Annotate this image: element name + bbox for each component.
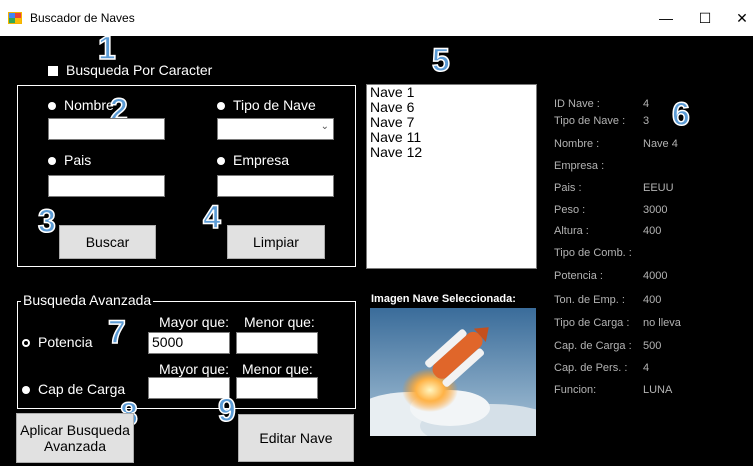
detail-label: Altura : xyxy=(554,225,589,237)
list-item[interactable]: Nave 1 xyxy=(367,85,536,100)
detail-label: ID Nave : xyxy=(554,98,600,110)
radio-tipo-label: Tipo de Nave xyxy=(233,97,316,113)
detail-value: 400 xyxy=(643,225,662,237)
potencia-mayor-input[interactable]: 5000 xyxy=(148,332,230,354)
radio-potencia[interactable]: Potencia xyxy=(22,334,92,350)
radio-pais[interactable]: Pais xyxy=(48,152,91,168)
main-form: 1 Busqueda Por Caracter Nombre 2 Tipo de… xyxy=(0,31,753,466)
minimize-button[interactable]: — xyxy=(650,8,682,28)
radio-cap-carga-label: Cap de Carga xyxy=(38,381,126,397)
buscar-button[interactable]: Buscar xyxy=(59,225,156,259)
radio-nombre-label: Nombre xyxy=(64,97,114,113)
annotation-4: 4 xyxy=(202,199,221,235)
editar-nave-button[interactable]: Editar Nave xyxy=(238,414,354,462)
radio-nombre[interactable]: Nombre xyxy=(48,97,114,113)
potencia-menor-input[interactable] xyxy=(236,332,318,354)
detail-label: Tipo de Carga : xyxy=(554,317,630,329)
detail-label: Tipo de Comb. : xyxy=(554,247,632,259)
radio-tipo-nave[interactable]: Tipo de Nave xyxy=(217,97,316,113)
checkbox-label: Busqueda Por Caracter xyxy=(66,62,213,78)
menor-que-label-2: Menor que: xyxy=(242,361,313,377)
radio-icon xyxy=(22,339,30,348)
mayor-que-label: Mayor que: xyxy=(159,314,230,330)
radio-icon xyxy=(217,102,225,111)
detail-value: 400 xyxy=(643,294,662,306)
radio-pais-label: Pais xyxy=(64,152,92,168)
maximize-button[interactable]: ☐ xyxy=(689,8,721,28)
image-caption: Imagen Nave Seleccionada: xyxy=(371,293,516,305)
detail-value: 4000 xyxy=(643,270,668,282)
detail-value: no lleva xyxy=(643,317,681,329)
radio-icon xyxy=(217,157,225,166)
detail-value: 500 xyxy=(643,340,662,352)
annotation-1: 1 xyxy=(97,30,116,66)
radio-potencia-label: Potencia xyxy=(38,334,93,350)
list-item[interactable]: Nave 11 xyxy=(367,130,536,145)
detail-label: Potencia : xyxy=(554,270,603,282)
detail-label: Empresa : xyxy=(554,160,605,172)
detail-label: Cap. de Pers. : xyxy=(554,362,628,374)
cap-carga-menor-input[interactable] xyxy=(236,377,318,399)
chevron-down-icon: ⌄ xyxy=(320,121,329,132)
menor-que-label: Menor que: xyxy=(244,314,315,330)
limpiar-button[interactable]: Limpiar xyxy=(227,225,325,259)
list-item[interactable]: Nave 6 xyxy=(367,100,536,115)
detail-value: LUNA xyxy=(643,384,673,396)
detail-label: Ton. de Emp. : xyxy=(554,294,625,306)
checkbox-icon xyxy=(48,66,58,77)
radio-icon xyxy=(48,157,56,166)
nombre-input[interactable] xyxy=(48,118,165,140)
window-title: Buscador de Naves xyxy=(30,11,135,25)
annotation-9: 9 xyxy=(217,392,236,428)
advanced-search-title: Busqueda Avanzada xyxy=(21,292,154,308)
radio-empresa[interactable]: Empresa xyxy=(217,152,289,168)
naves-listbox[interactable]: Nave 1 Nave 6 Nave 7 Nave 11 Nave 12 xyxy=(366,84,537,269)
annotation-7: 7 xyxy=(107,314,126,350)
list-item[interactable]: Nave 7 xyxy=(367,115,536,130)
app-window-icon xyxy=(8,12,22,24)
list-item[interactable]: Nave 12 xyxy=(367,145,536,160)
radio-empresa-label: Empresa xyxy=(233,152,290,168)
mayor-que-label-2: Mayor que: xyxy=(159,361,230,377)
annotation-3: 3 xyxy=(37,203,56,239)
radio-icon xyxy=(48,102,56,111)
detail-label: Tipo de Nave : xyxy=(554,115,626,127)
aplicar-busqueda-button[interactable]: Aplicar Busqueda Avanzada xyxy=(16,413,134,463)
detail-label: Peso : xyxy=(554,204,586,216)
busqueda-caracter-checkbox[interactable]: Busqueda Por Caracter xyxy=(48,62,212,78)
detail-label: Nombre : xyxy=(554,138,600,150)
detail-value: Nave 4 xyxy=(643,138,678,150)
detail-label: Cap. de Carga : xyxy=(554,340,632,352)
detail-value: 3000 xyxy=(643,204,668,216)
empresa-input[interactable] xyxy=(217,175,334,197)
radio-cap-carga[interactable]: Cap de Carga xyxy=(22,381,125,397)
close-button[interactable]: ✕ xyxy=(726,8,753,28)
detail-value: 3 xyxy=(643,115,650,127)
annotation-5: 5 xyxy=(431,42,450,78)
detail-label: Funcion: xyxy=(554,384,597,396)
detail-value: 4 xyxy=(643,362,650,374)
detail-value: EEUU xyxy=(643,182,674,194)
spaceship-image xyxy=(370,308,536,436)
pais-input[interactable] xyxy=(48,175,165,197)
annotation-6: 6 xyxy=(671,96,690,132)
tipo-nave-select[interactable]: ⌄ xyxy=(217,118,334,140)
radio-icon xyxy=(22,386,30,395)
detail-label: Pais : xyxy=(554,182,582,194)
detail-value: 4 xyxy=(643,98,650,110)
